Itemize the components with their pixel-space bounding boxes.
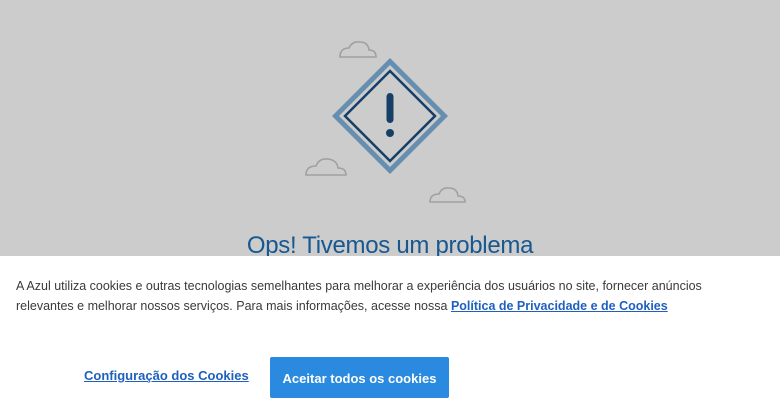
page: Ops! Tivemos um problema A Azul utiliza …	[0, 0, 780, 414]
accept-all-cookies-button[interactable]: Aceitar todos os cookies	[270, 357, 449, 398]
cookie-banner: A Azul utiliza cookies e outras tecnolog…	[0, 256, 780, 414]
privacy-policy-link[interactable]: Política de Privacidade e de Cookies	[451, 299, 668, 313]
cookie-message: A Azul utiliza cookies e outras tecnolog…	[16, 277, 716, 316]
cookie-settings-button[interactable]: Configuração dos Cookies	[84, 368, 249, 383]
